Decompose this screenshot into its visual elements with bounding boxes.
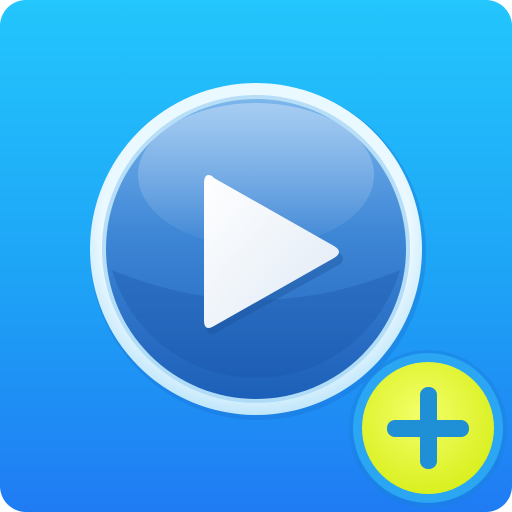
app-icon[interactable]: [0, 0, 512, 512]
add-button[interactable]: [349, 350, 507, 508]
app-icon-graphic: [0, 0, 512, 512]
play-button[interactable]: [90, 83, 426, 420]
